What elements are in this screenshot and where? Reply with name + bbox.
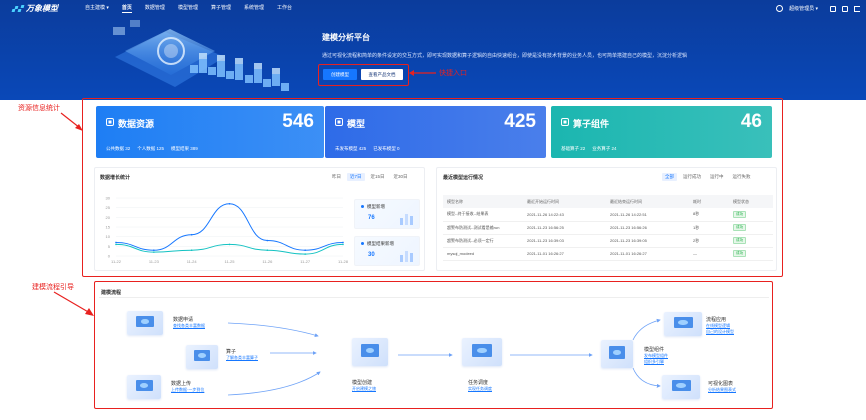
flow-node-title: 模型组件 [644, 347, 665, 353]
flow-node-title: 算子 [226, 349, 237, 355]
task-schedule-illustration [462, 338, 502, 366]
flow-apply-illustration [664, 312, 702, 336]
flow-node-link[interactable]: 查找各类丰富数据 [173, 323, 205, 329]
model-publish-illustration [601, 340, 633, 368]
flow-node-viz: 可视化图表 分析结果图表式 [708, 380, 736, 393]
flow-node-publish: 模型组件 发布模型组件 组织多引擎 [644, 346, 668, 365]
data-apply-illustration [127, 311, 163, 335]
flow-node-title: 任务调度 [468, 380, 489, 386]
flow-node-apply: 数据申请 查找各类丰富数据 [173, 316, 205, 329]
flow-node-link[interactable]: 了解各类丰富算子 [226, 355, 258, 361]
page: { "nav": { "logo": "万象模型", "items": [ {"… [0, 0, 866, 420]
flow-node-link[interactable]: 组织多引擎 [644, 359, 668, 365]
flow-node-build: 模型创建 开启建模之旅 [352, 379, 376, 392]
flow-node-title: 数据上传 [171, 381, 192, 387]
flow-node-title: 流程应用 [706, 317, 727, 323]
flow-node-schedule: 任务调度 实现任务调度 [468, 379, 492, 392]
flow-node-title: 模型创建 [352, 380, 373, 386]
flow-node-title: 可视化图表 [708, 381, 734, 387]
operator-illustration [186, 345, 218, 369]
flow-node-upload: 数据上传 上传数据·一步到位 [171, 380, 204, 393]
visualization-illustration [662, 375, 700, 399]
flow-node-link[interactable]: 自己的设计模型 [706, 329, 734, 335]
flow-arrows [227, 318, 661, 396]
data-upload-illustration [127, 375, 161, 399]
flow-node-outflow: 流程应用 在线模型逻辑 自己的设计模型 [706, 316, 734, 335]
flow-node-link[interactable]: 分析结果图表式 [708, 387, 736, 393]
flow-node-title: 数据申请 [173, 317, 194, 323]
flow-node-link[interactable]: 开启建模之旅 [352, 386, 376, 392]
flow-node-link[interactable]: 上传数据·一步到位 [171, 387, 204, 393]
model-build-illustration [352, 338, 388, 366]
flow-node-operator: 算子 了解各类丰富算子 [226, 348, 258, 361]
flow-node-link[interactable]: 实现任务调度 [468, 386, 492, 392]
